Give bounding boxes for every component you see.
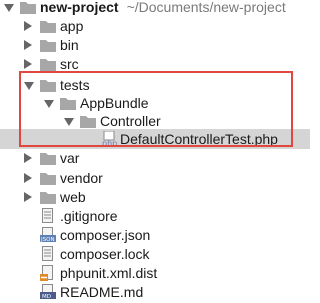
tree-item-label: var [60,150,80,166]
project-path: ~/Documents/new-project [126,0,286,15]
folder-icon [40,190,56,204]
xml-file-icon [40,265,56,281]
tree-item-src[interactable]: src [0,53,310,75]
collapse-arrow-icon[interactable] [24,53,34,75]
tree-item-label: README.md [60,284,144,300]
folder-icon [80,114,96,128]
folder-icon [40,171,56,185]
folder-icon [60,96,76,110]
tree-item-var[interactable]: var [0,147,310,169]
svg-text:MD: MD [42,294,51,300]
php-file-icon: php [101,131,117,147]
folder-icon [40,78,56,92]
json-file-icon: JSON [40,227,56,243]
folder-icon [40,57,56,71]
folder-icon [40,38,56,52]
folder-icon [40,151,56,165]
tree-item-label: src [60,56,79,72]
markdown-file-icon: MD [40,284,56,300]
tree-item-default-controller-test[interactable]: php DefaultControllerTest.php [0,129,310,149]
text-file-icon [42,246,58,261]
folder-icon [20,0,36,14]
project-tree: new-project ~/Documents/new-project app b… [0,0,310,301]
tree-item-label: DefaultControllerTest.php [120,131,278,147]
folder-icon [40,19,56,33]
svg-text:php: php [102,139,117,147]
collapse-arrow-icon[interactable] [24,147,34,169]
project-name: new-project [40,0,119,15]
tree-item-readme[interactable]: MD README.md [0,281,310,303]
text-file-icon [42,208,58,223]
